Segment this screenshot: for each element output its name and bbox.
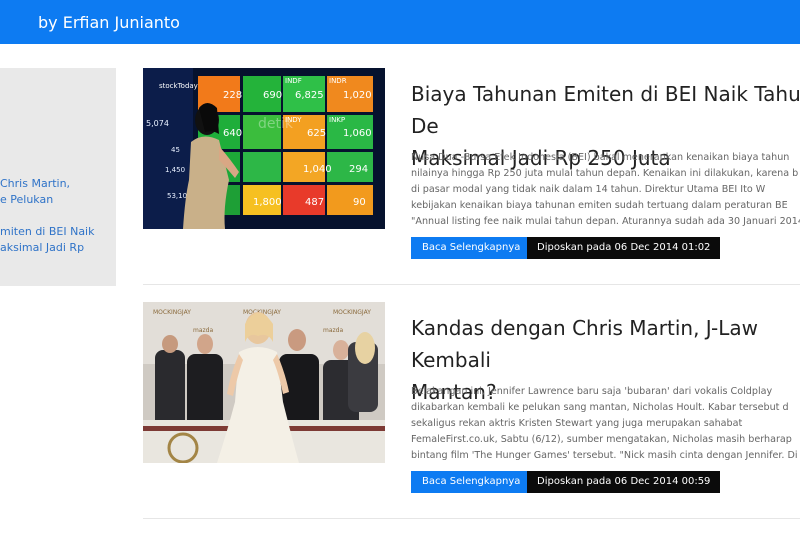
svg-text:625: 625	[307, 128, 326, 139]
sidebar-link-jlaw-line1[interactable]: Chris Martin,	[0, 176, 116, 192]
svg-text:mazda: mazda	[193, 327, 213, 334]
svg-text:INKP: INKP	[329, 116, 345, 124]
post-divider	[143, 284, 800, 285]
svg-text:640: 640	[223, 128, 242, 139]
svg-text:90: 90	[353, 197, 366, 208]
svg-text:INDR: INDR	[329, 77, 347, 85]
post-excerpt: Belakangan ini, Jennifer Lawrence baru s…	[411, 386, 798, 461]
svg-text:1,060: 1,060	[343, 128, 372, 139]
svg-text:1,020: 1,020	[343, 90, 372, 101]
post-divider	[143, 518, 800, 519]
svg-text:690: 690	[263, 90, 282, 101]
svg-text:MOCKINGJAY: MOCKINGJAY	[153, 309, 191, 316]
svg-text:1,450: 1,450	[165, 166, 185, 174]
sidebar-link-bei-line1[interactable]: miten di BEI Naik	[0, 224, 116, 240]
post-card-1: stockToday 5,074 45 1,450 53,101 INDF IN…	[143, 68, 800, 268]
svg-text:228: 228	[223, 90, 242, 101]
sidebar-link-jlaw-line2[interactable]: e Pelukan	[0, 192, 116, 208]
read-more-button[interactable]: Baca Selengkapnya	[411, 237, 532, 259]
post-card-2: MOCKINGJAY MOCKINGJAY MOCKINGJAY mazda m…	[143, 302, 800, 502]
image-watermark: detik	[258, 116, 294, 132]
post-excerpt: Nusa Dua -Bursa Efek Indonesia (BEI) bak…	[411, 152, 800, 227]
svg-text:INDF: INDF	[285, 77, 302, 85]
svg-text:1,800: 1,800	[253, 197, 282, 208]
svg-text:487: 487	[305, 197, 324, 208]
svg-text:6,825: 6,825	[295, 90, 324, 101]
post-thumbnail-jennifer[interactable]: MOCKINGJAY MOCKINGJAY MOCKINGJAY mazda m…	[143, 302, 385, 463]
sidebar-widget: Chris Martin, e Pelukan miten di BEI Nai…	[0, 68, 116, 286]
site-brand[interactable]: by Erfian Junianto	[38, 14, 180, 32]
post-thumbnail-stock-board[interactable]: stockToday 5,074 45 1,450 53,101 INDF IN…	[143, 68, 385, 229]
svg-text:294: 294	[349, 164, 368, 175]
svg-text:45: 45	[171, 146, 180, 154]
stock-board-image: stockToday 5,074 45 1,450 53,101 INDF IN…	[143, 68, 385, 229]
top-navbar: by Erfian Junianto	[0, 0, 800, 44]
svg-text:MOCKINGJAY: MOCKINGJAY	[333, 309, 371, 316]
red-carpet-image: MOCKINGJAY MOCKINGJAY MOCKINGJAY mazda m…	[143, 302, 385, 463]
posted-date-badge: Diposkan pada 06 Dec 2014 01:02	[527, 237, 721, 259]
read-more-button[interactable]: Baca Selengkapnya	[411, 471, 532, 493]
svg-text:5,074: 5,074	[146, 119, 169, 128]
sidebar-link-bei-line2[interactable]: aksimal Jadi Rp	[0, 240, 116, 256]
svg-text:1,040: 1,040	[303, 164, 332, 175]
svg-text:mazda: mazda	[323, 327, 343, 334]
image-brand-text: stockToday	[159, 82, 198, 90]
posted-date-badge: Diposkan pada 06 Dec 2014 00:59	[527, 471, 721, 493]
